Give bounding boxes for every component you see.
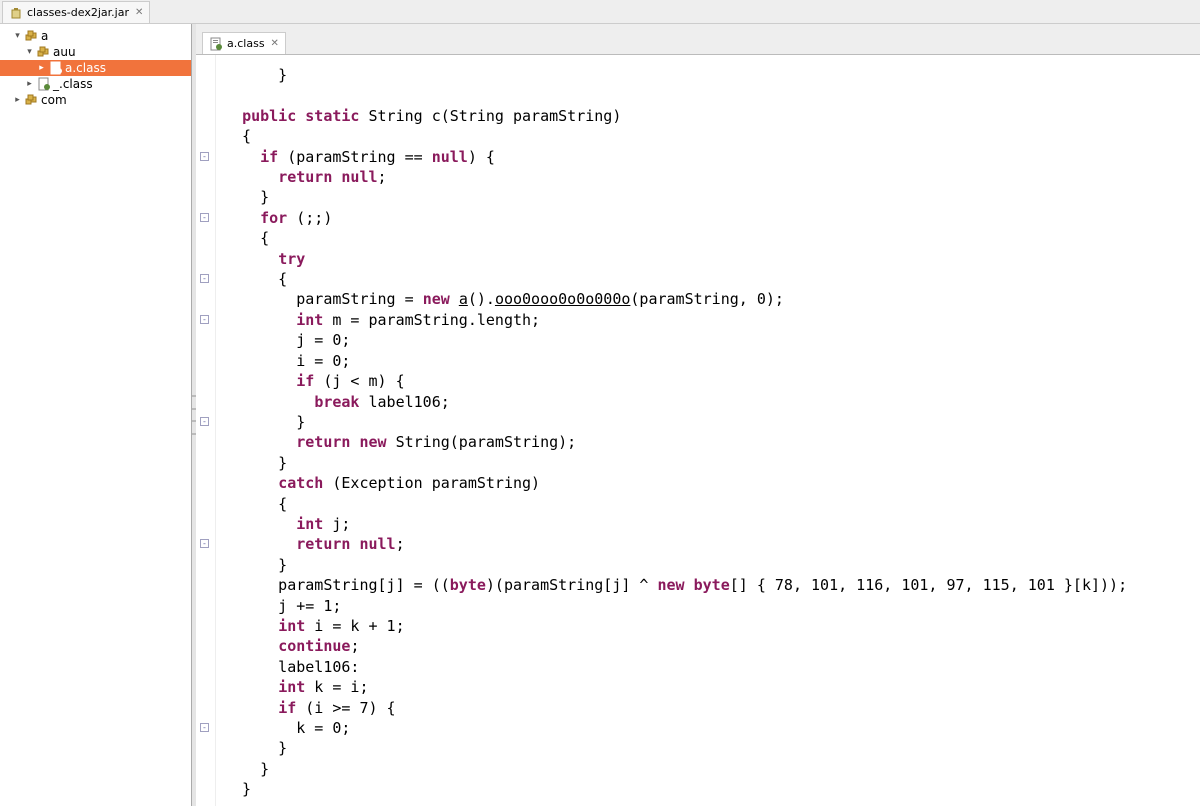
code-line: break label106;: [224, 392, 1200, 412]
code-line: {: [224, 228, 1200, 248]
code-line: int i = k + 1;: [224, 616, 1200, 636]
code-line: {: [224, 494, 1200, 514]
tree-item-label: a: [41, 29, 48, 43]
code-line: j += 1;: [224, 596, 1200, 616]
code-line: label106:: [224, 657, 1200, 677]
package-explorer[interactable]: ▾a▾auu▸a.class▸_.class▸com: [0, 24, 192, 806]
class-file-icon: [209, 37, 223, 51]
tree-item-label: _.class: [53, 77, 93, 91]
tree-item-a[interactable]: ▾a: [0, 28, 191, 44]
top-tab-label: classes-dex2jar.jar: [27, 6, 129, 19]
code-line: if (paramString == null) {: [224, 147, 1200, 167]
code-line: }: [224, 187, 1200, 207]
jar-icon: [9, 6, 23, 20]
class-file-icon: [49, 61, 63, 75]
tree-item-com[interactable]: ▸ com: [0, 92, 191, 108]
fold-toggle-icon[interactable]: -: [200, 213, 209, 222]
code-content[interactable]: } public static String c(String paramStr…: [216, 55, 1200, 806]
editor-tab-label: a.class: [227, 37, 265, 50]
package-icon: [25, 93, 39, 107]
fold-toggle-icon[interactable]: -: [200, 315, 209, 324]
tree-twisty-icon[interactable]: ▸: [24, 79, 35, 90]
code-line: try: [224, 249, 1200, 269]
package-icon: [25, 29, 39, 43]
code-line: return null;: [224, 534, 1200, 554]
code-line: paramString = new a().ooo0ooo0o0o000o(pa…: [224, 289, 1200, 309]
code-line: public static String c(String paramStrin…: [224, 106, 1200, 126]
code-line: [224, 85, 1200, 105]
code-line: }: [224, 65, 1200, 85]
fold-toggle-icon[interactable]: -: [200, 274, 209, 283]
code-editor[interactable]: - - - - - - - } public static String c(String …: [196, 54, 1200, 806]
code-line: {: [224, 126, 1200, 146]
tree-twisty-icon[interactable]: ▸: [12, 95, 23, 106]
fold-toggle-icon[interactable]: -: [200, 417, 209, 426]
code-line: continue;: [224, 636, 1200, 656]
tree-twisty-icon[interactable]: ▾: [24, 47, 35, 58]
code-line: paramString[j] = ((byte)(paramString[j] …: [224, 575, 1200, 595]
tree-item-auu[interactable]: ▾ auu: [0, 44, 191, 60]
code-line: k = 0;: [224, 718, 1200, 738]
code-line: if (i >= 7) {: [224, 698, 1200, 718]
tree-item-label: a.class: [65, 61, 106, 75]
tree-twisty-icon[interactable]: ▸: [36, 63, 47, 74]
editor-area: a.class ✕ - - - - - - - } public static String…: [196, 24, 1200, 806]
code-line: int k = i;: [224, 677, 1200, 697]
top-tab-jar[interactable]: classes-dex2jar.jar ✕: [2, 1, 150, 23]
code-line: }: [224, 412, 1200, 432]
fold-toggle-icon[interactable]: -: [200, 723, 209, 732]
tree-item-a-class[interactable]: ▸ a.class: [0, 60, 191, 76]
package-icon: [37, 45, 51, 59]
code-line: {: [224, 269, 1200, 289]
close-icon[interactable]: ✕: [271, 38, 279, 49]
close-icon[interactable]: ✕: [135, 7, 143, 18]
fold-toggle-icon[interactable]: -: [200, 152, 209, 161]
fold-toggle-icon[interactable]: -: [200, 539, 209, 548]
main-area: ▾a▾auu▸a.class▸_.class▸com a.class ✕ ---…: [0, 24, 1200, 806]
code-line: }: [224, 738, 1200, 758]
code-line: return null;: [224, 167, 1200, 187]
code-line: i = 0;: [224, 351, 1200, 371]
editor-tab[interactable]: a.class ✕: [202, 32, 286, 54]
tree-item-_-class[interactable]: ▸ _.class: [0, 76, 191, 92]
code-line: if (j < m) {: [224, 371, 1200, 391]
top-tab-bar: classes-dex2jar.jar ✕: [0, 0, 1200, 24]
class-file-icon: [37, 77, 51, 91]
tree-twisty-icon[interactable]: ▾: [12, 31, 23, 42]
code-line: catch (Exception paramString): [224, 473, 1200, 493]
fold-gutter[interactable]: - - - - - - -: [196, 55, 216, 806]
code-line: }: [224, 453, 1200, 473]
tree-item-label: auu: [53, 45, 76, 59]
code-line: int j;: [224, 514, 1200, 534]
code-line: for (;;): [224, 208, 1200, 228]
tree-item-label: com: [41, 93, 67, 107]
code-line: }: [224, 779, 1200, 799]
code-line: j = 0;: [224, 330, 1200, 350]
code-line: int m = paramString.length;: [224, 310, 1200, 330]
code-line: }: [224, 555, 1200, 575]
code-line: return new String(paramString);: [224, 432, 1200, 452]
editor-tab-bar: a.class ✕: [196, 24, 1200, 54]
code-line: }: [224, 759, 1200, 779]
